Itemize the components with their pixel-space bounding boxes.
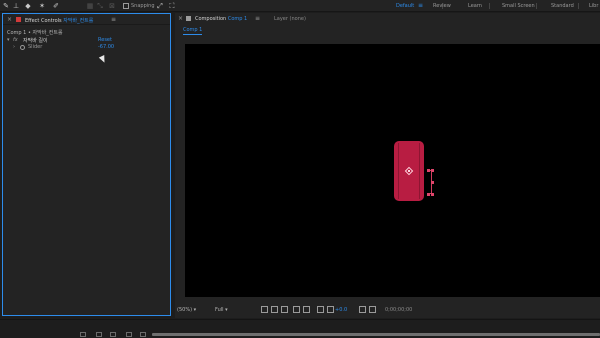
effect-controls-label: Effect Controls xyxy=(25,18,62,24)
timeline-control-icon[interactable] xyxy=(80,332,86,337)
timecode[interactable]: 0;00;00;00 xyxy=(385,307,412,313)
timeline-control-icon[interactable] xyxy=(126,332,132,337)
reset-button[interactable]: Reset xyxy=(98,37,112,43)
composition-viewer[interactable] xyxy=(185,44,600,297)
star-tool-icon[interactable]: ✶ xyxy=(38,2,46,10)
transform-handle[interactable] xyxy=(431,193,434,196)
transform-handle[interactable] xyxy=(431,169,434,172)
effect-controls-title: Effect Controls 자막바_컨트롤 xyxy=(25,17,93,24)
snap-options-icon[interactable]: ⤢ xyxy=(156,2,164,10)
effect-controls-panel: × Effect Controls 자막바_컨트롤 ≡ Comp 1 • 자막바… xyxy=(2,13,171,316)
camera-icon[interactable] xyxy=(359,306,366,313)
effect-controls-tab[interactable]: × Effect Controls 자막바_컨트롤 ≡ xyxy=(3,14,170,25)
divider xyxy=(419,143,420,199)
snapping-label: Snapping xyxy=(131,3,155,9)
align-icon[interactable]: ▦ xyxy=(86,2,94,10)
region-of-interest-icon[interactable] xyxy=(261,306,268,313)
workspace-standard[interactable]: Standard xyxy=(551,3,574,9)
pin-tool-icon[interactable]: ✐ xyxy=(52,2,60,10)
layer-tab[interactable]: Layer (none) xyxy=(274,16,306,22)
comp-layer-path: Comp 1 • 자막바_컨트롤 xyxy=(7,30,63,36)
composition-comp-name: Comp 1 xyxy=(227,16,248,22)
workspace-review[interactable]: Review xyxy=(433,3,451,9)
composition-title: Composition Comp 1 xyxy=(195,16,247,22)
snapshot-icon[interactable] xyxy=(369,306,376,313)
chevron-right-icon[interactable]: › xyxy=(13,44,15,50)
local-axis-icon[interactable]: ⊠ xyxy=(108,2,116,10)
viewer-controls: (50%) ▾ Full ▾ +0.0 0;00;00;00 xyxy=(175,305,600,316)
panel-menu-icon[interactable]: ≡ xyxy=(111,16,116,23)
composition-label: Composition xyxy=(195,16,227,22)
guides-icon[interactable] xyxy=(293,306,300,313)
exposure-value[interactable]: +0.0 xyxy=(335,307,347,313)
composition-panel: × Composition Comp 1 ≡ Layer (none) Comp… xyxy=(175,13,600,318)
transform-handle[interactable] xyxy=(431,181,434,184)
workspace-libraries[interactable]: Libr xyxy=(589,3,598,9)
axis-icon[interactable]: ⤡ xyxy=(96,2,104,10)
mouse-cursor-icon xyxy=(98,55,108,64)
close-icon[interactable]: × xyxy=(178,15,183,22)
timeline-control-icon[interactable] xyxy=(110,332,116,337)
workspace-learn[interactable]: Learn xyxy=(468,3,482,9)
slider-label: Slider xyxy=(28,44,43,50)
slider-property-row[interactable]: › Slider -67.00 xyxy=(7,44,167,51)
workspace-small-screen[interactable]: Small Screen xyxy=(502,3,535,9)
anchor-point-dot xyxy=(408,170,410,172)
exposure-reset-icon[interactable] xyxy=(327,306,334,313)
timeline-control-icon[interactable] xyxy=(140,332,146,337)
mask-visibility-icon[interactable] xyxy=(281,306,288,313)
panel-lock-icon[interactable] xyxy=(16,17,21,22)
timeline-control-icon[interactable] xyxy=(96,332,102,337)
hamburger-icon[interactable]: ≡ xyxy=(418,2,423,9)
divider xyxy=(536,3,537,9)
panel-menu-icon[interactable]: ≡ xyxy=(255,15,260,22)
zoom-dropdown[interactable]: (50%) ▾ xyxy=(177,307,196,313)
effect-controls-layer-name: 자막바_컨트롤 xyxy=(63,18,94,24)
divider xyxy=(489,3,490,9)
channel-icon[interactable] xyxy=(303,306,310,313)
color-management-icon[interactable] xyxy=(317,306,324,313)
subtitle-bar-layer[interactable] xyxy=(394,141,424,201)
workspace-default[interactable]: Default xyxy=(396,3,414,9)
fx-badge[interactable]: fx xyxy=(13,37,18,43)
close-icon[interactable]: × xyxy=(7,16,12,23)
resolution-dropdown[interactable]: Full ▾ xyxy=(215,307,228,313)
puppet-tool-icon[interactable]: ⊥ xyxy=(12,2,20,10)
pen-tool-icon[interactable]: ✎ xyxy=(2,2,10,10)
slider-value[interactable]: -67.00 xyxy=(98,44,114,50)
expand-icon[interactable]: ⛶ xyxy=(168,2,176,10)
timeline-zoom-slider[interactable] xyxy=(152,333,600,336)
effect-row[interactable]: ▾ fx 자막바 길이 Reset xyxy=(7,37,167,44)
top-toolbar: ✎ ⊥ ◆ ✶ ✐ ▦ ⤡ ⊠ Snapping ⤢ ⛶ Default ≡ R… xyxy=(0,0,600,12)
comp-subtab[interactable]: Comp 1 xyxy=(183,27,203,35)
transform-handle[interactable] xyxy=(427,193,430,196)
fill-tool-icon[interactable]: ◆ xyxy=(24,2,32,10)
panel-lock-icon[interactable] xyxy=(186,16,191,21)
snapping-checkbox[interactable] xyxy=(123,3,129,9)
transform-handle[interactable] xyxy=(427,169,430,172)
effect-name: 자막바 길이 xyxy=(23,38,48,44)
composition-tab[interactable]: × Composition Comp 1 ≡ Layer (none) xyxy=(175,13,600,24)
chevron-down-icon[interactable]: ▾ xyxy=(7,37,10,43)
zoom-value: (50%) xyxy=(177,307,193,313)
timeline-strip xyxy=(0,319,600,338)
resolution-value: Full xyxy=(215,307,224,313)
stopwatch-icon[interactable] xyxy=(20,45,25,50)
transparency-grid-icon[interactable] xyxy=(271,306,278,313)
divider xyxy=(578,3,579,9)
divider xyxy=(398,143,399,199)
